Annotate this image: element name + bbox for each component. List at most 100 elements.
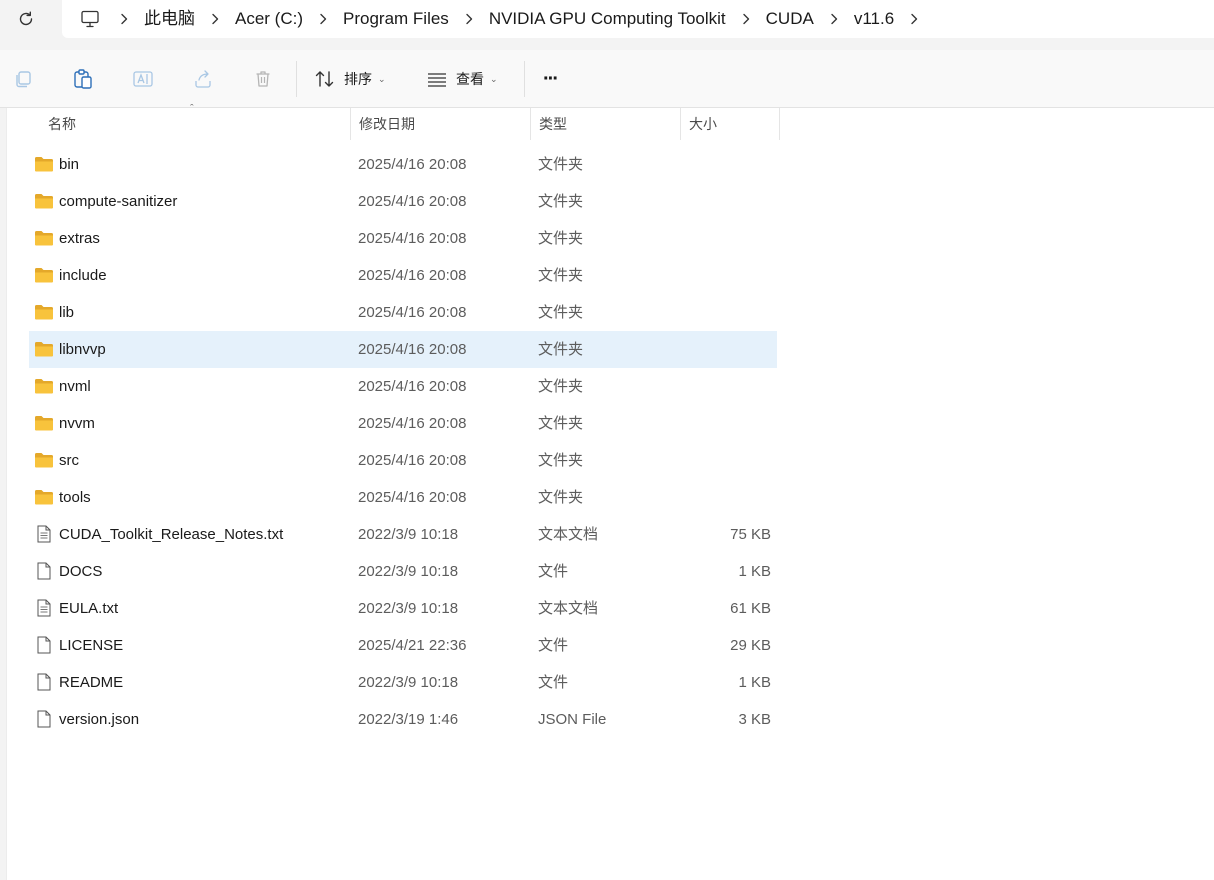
more-icon: ··· xyxy=(543,68,559,90)
column-header-type[interactable]: 类型 xyxy=(531,108,679,140)
refresh-button[interactable] xyxy=(10,5,42,33)
file-row-icon xyxy=(34,562,54,580)
file-type: 文件夹 xyxy=(538,193,584,210)
file-row[interactable]: extras 2025/4/16 20:08 文件夹 xyxy=(29,220,777,257)
chevron-down-icon: ⌄ xyxy=(378,73,386,84)
file-icon xyxy=(37,562,51,580)
file-name: version.json xyxy=(59,711,140,728)
file-icon xyxy=(37,710,51,728)
file-row[interactable]: bin 2025/4/16 20:08 文件夹 xyxy=(29,146,777,183)
breadcrumb-item[interactable]: CUDA xyxy=(764,0,816,38)
file-modified-date: 2025/4/21 22:36 xyxy=(358,637,467,654)
file-row-icon xyxy=(34,192,54,210)
folder-icon xyxy=(35,305,53,320)
command-bar: 排序 ⌄ 查看 ⌄ ··· xyxy=(0,50,1214,108)
file-row[interactable]: EULA.txt 2022/3/9 10:18 文本文档 61 KB xyxy=(29,590,777,627)
file-icon xyxy=(37,636,51,654)
file-modified-date: 2025/4/16 20:08 xyxy=(358,304,467,321)
breadcrumb-item[interactable]: Program Files xyxy=(341,0,451,38)
chevron-right-icon[interactable] xyxy=(896,0,932,38)
file-modified-date: 2025/4/16 20:08 xyxy=(358,452,467,469)
file-row[interactable]: CUDA_Toolkit_Release_Notes.txt 2022/3/9 1… xyxy=(29,516,777,553)
file-modified-date: 2025/4/16 20:08 xyxy=(358,341,467,358)
file-type: JSON File xyxy=(538,711,607,728)
text-file-icon xyxy=(37,525,51,543)
file-modified-date: 2025/4/16 20:08 xyxy=(358,489,467,506)
rename-button[interactable] xyxy=(128,64,158,94)
chevron-right-icon[interactable] xyxy=(197,0,233,38)
sort-label: 排序 xyxy=(344,71,372,87)
view-label: 查看 xyxy=(456,71,484,87)
breadcrumb-root[interactable] xyxy=(74,0,106,38)
file-row-icon xyxy=(34,451,54,469)
chevron-right-icon[interactable] xyxy=(451,0,487,38)
file-row-icon xyxy=(34,525,54,543)
file-row[interactable]: nvml 2025/4/16 20:08 文件夹 xyxy=(29,368,777,405)
column-divider[interactable] xyxy=(779,108,780,140)
file-row[interactable]: README 2022/3/9 10:18 文件 1 KB xyxy=(29,664,777,701)
file-row-icon xyxy=(34,488,54,506)
more-options-button[interactable]: ··· xyxy=(543,63,559,95)
chevron-right-icon[interactable] xyxy=(305,0,341,38)
file-name: EULA.txt xyxy=(59,600,119,617)
file-row[interactable]: src 2025/4/16 20:08 文件夹 xyxy=(29,442,777,479)
file-row[interactable]: lib 2025/4/16 20:08 文件夹 xyxy=(29,294,777,331)
file-name: src xyxy=(59,452,79,469)
breadcrumb-item[interactable]: v11.6 xyxy=(852,0,896,38)
chevron-right-icon[interactable] xyxy=(816,0,852,38)
file-row-icon xyxy=(34,229,54,247)
column-name-label: 名称 xyxy=(48,116,76,132)
file-row[interactable]: version.json 2022/3/19 1:46 JSON File 3 KB xyxy=(29,701,777,738)
view-button[interactable]: 查看 ⌄ xyxy=(426,63,498,95)
share-button[interactable] xyxy=(188,64,218,94)
file-row[interactable]: LICENSE 2025/4/21 22:36 文件 29 KB xyxy=(29,627,777,664)
folder-icon xyxy=(35,490,53,505)
delete-button[interactable] xyxy=(248,64,278,94)
file-row-icon xyxy=(34,155,54,173)
folder-icon xyxy=(35,342,53,357)
address-bar[interactable]: 此电脑 Acer (C:) Program Files NVIDIA GPU Comp… xyxy=(62,0,1214,38)
file-row[interactable]: compute-sanitizer 2025/4/16 20:08 文件夹 xyxy=(29,183,777,220)
file-type: 文本文档 xyxy=(538,526,599,543)
file-name: extras xyxy=(59,230,100,247)
file-modified-date: 2022/3/9 10:18 xyxy=(358,563,459,580)
copy-button[interactable] xyxy=(8,64,38,94)
file-row[interactable]: nvvm 2025/4/16 20:08 文件夹 xyxy=(29,405,777,442)
column-header-name[interactable]: 名称 xyxy=(40,108,350,140)
file-row-icon xyxy=(34,673,54,691)
file-name: LICENSE xyxy=(59,637,124,654)
breadcrumb-item[interactable]: NVIDIA GPU Computing Toolkit xyxy=(487,0,728,38)
sort-ascending-icon: ˆ xyxy=(190,103,194,115)
sort-icon xyxy=(315,71,334,87)
file-name: compute-sanitizer xyxy=(59,193,178,210)
file-name: nvvm xyxy=(59,415,95,432)
file-row-icon xyxy=(34,710,54,728)
file-name: nvml xyxy=(59,378,91,395)
file-type: 文件 xyxy=(538,637,569,654)
computer-icon xyxy=(81,10,99,28)
breadcrumb-item[interactable]: Acer (C:) xyxy=(233,0,305,38)
file-type: 文件夹 xyxy=(538,489,584,506)
trash-icon xyxy=(256,71,270,87)
folder-icon xyxy=(35,157,53,172)
file-row[interactable]: include 2025/4/16 20:08 文件夹 xyxy=(29,257,777,294)
file-type: 文件夹 xyxy=(538,156,584,173)
breadcrumb-item[interactable]: 此电脑 xyxy=(142,0,197,38)
sort-button[interactable]: 排序 ⌄ xyxy=(314,63,386,95)
file-row[interactable]: DOCS 2022/3/9 10:18 文件 1 KB xyxy=(29,553,777,590)
file-type: 文件 xyxy=(538,674,569,691)
file-row[interactable]: tools 2025/4/16 20:08 文件夹 xyxy=(29,479,777,516)
file-name: README xyxy=(59,674,124,691)
chevron-right-icon[interactable] xyxy=(106,0,142,38)
column-size-label: 大小 xyxy=(689,116,717,132)
file-row[interactable]: libnvvp 2025/4/16 20:08 文件夹 xyxy=(29,331,777,368)
column-header-modified[interactable]: 修改日期 xyxy=(351,108,529,140)
file-type: 文本文档 xyxy=(538,600,599,617)
file-modified-date: 2025/4/16 20:08 xyxy=(358,230,467,247)
file-size: 1 KB xyxy=(738,563,771,580)
file-row-icon xyxy=(34,266,54,284)
paste-button[interactable] xyxy=(68,64,98,94)
folder-icon xyxy=(35,379,53,394)
column-header-size[interactable]: 大小 xyxy=(681,108,779,140)
chevron-right-icon[interactable] xyxy=(728,0,764,38)
